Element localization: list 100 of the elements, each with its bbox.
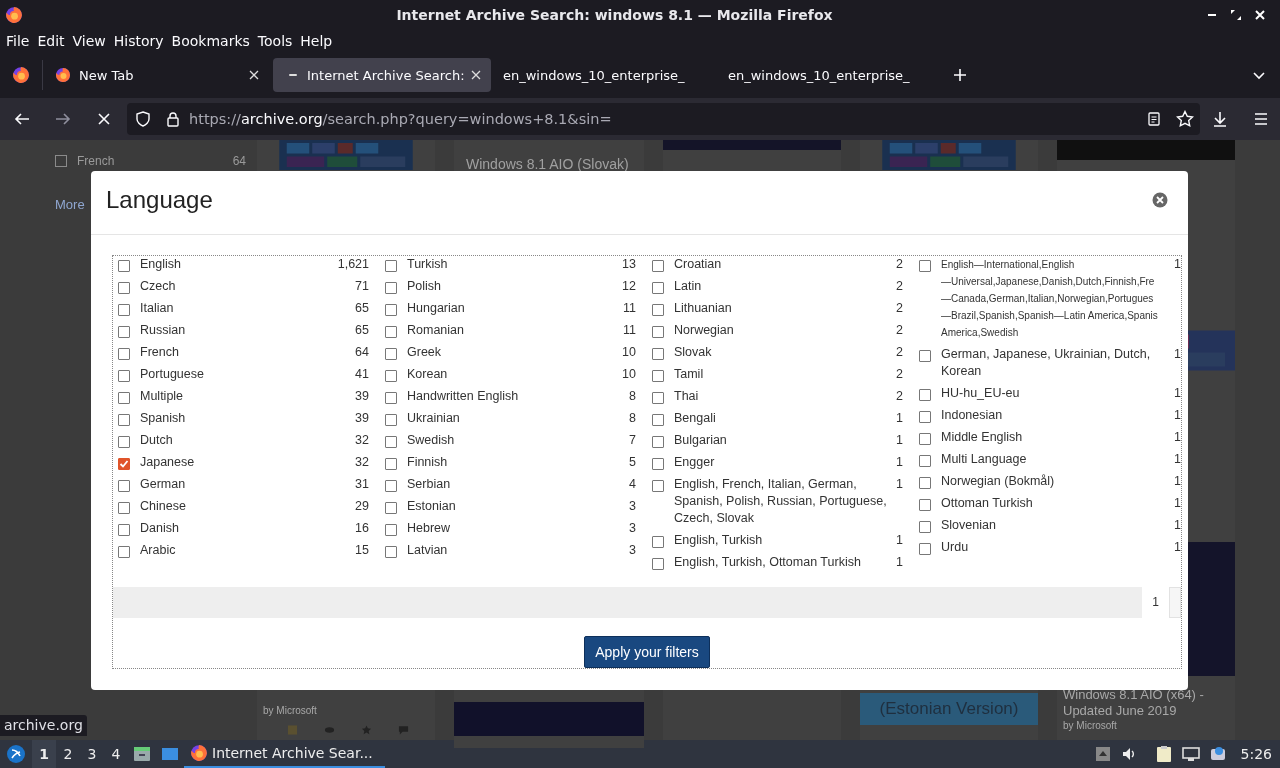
checkbox[interactable] <box>118 260 130 272</box>
workspace-button[interactable]: 3 <box>80 740 104 768</box>
checkbox[interactable] <box>385 304 397 316</box>
checkbox[interactable] <box>118 392 130 404</box>
menu-item[interactable]: Edit <box>33 33 69 49</box>
checkbox[interactable] <box>385 260 397 272</box>
checkbox[interactable] <box>919 521 931 533</box>
checkbox[interactable] <box>385 458 397 470</box>
network-icon[interactable] <box>1181 746 1200 762</box>
checkbox[interactable] <box>118 414 130 426</box>
checkbox[interactable] <box>652 326 664 338</box>
checkbox[interactable] <box>385 370 397 382</box>
browser-tab[interactable]: New Tab <box>43 58 269 92</box>
checkbox[interactable] <box>118 326 130 338</box>
checkbox[interactable] <box>652 304 664 316</box>
menu-item[interactable]: History <box>109 33 168 49</box>
page-number[interactable]: 1 <box>1142 587 1169 618</box>
checkbox[interactable] <box>652 414 664 426</box>
back-arrow-icon[interactable] <box>14 111 30 127</box>
plus-icon[interactable] <box>953 68 967 82</box>
close-icon[interactable] <box>249 70 259 80</box>
menu-icon[interactable] <box>1253 111 1269 127</box>
speaker-icon[interactable] <box>1120 746 1137 762</box>
checkbox[interactable] <box>385 414 397 426</box>
stop-icon[interactable] <box>96 111 112 127</box>
checkbox[interactable] <box>385 436 397 448</box>
checkbox[interactable] <box>118 480 130 492</box>
checkbox[interactable] <box>385 524 397 536</box>
checkbox[interactable] <box>118 436 130 448</box>
checkbox[interactable] <box>652 392 664 404</box>
checkbox[interactable] <box>118 282 130 294</box>
maximize-icon[interactable] <box>1230 9 1242 21</box>
checkbox[interactable] <box>919 350 931 362</box>
facet-label: Multiple <box>140 388 185 405</box>
checkbox[interactable] <box>919 477 931 489</box>
facet-label: Lithuanian <box>674 300 733 317</box>
dialog-title: Language <box>106 185 213 214</box>
star-icon[interactable] <box>361 724 372 736</box>
checkbox[interactable] <box>652 370 664 382</box>
star-icon[interactable] <box>1176 110 1194 128</box>
file-manager-icon[interactable] <box>133 745 151 763</box>
menu-item[interactable]: Tools <box>253 33 297 49</box>
facet-count: 3 <box>628 498 637 515</box>
checkbox[interactable] <box>385 326 397 338</box>
menu-item[interactable]: Bookmarks <box>167 33 254 49</box>
notification-icon[interactable] <box>1209 746 1226 762</box>
checkbox[interactable] <box>118 546 130 558</box>
checkbox[interactable] <box>55 155 67 167</box>
facet-count: 1 <box>895 432 904 449</box>
checkbox[interactable] <box>919 455 931 467</box>
checkbox[interactable] <box>385 546 397 558</box>
desktop-icon[interactable] <box>161 745 179 763</box>
checkbox[interactable] <box>652 480 664 492</box>
taskbar-button[interactable]: Internet Archive Sear... <box>184 740 385 768</box>
lock-icon[interactable] <box>165 111 181 127</box>
checkbox[interactable] <box>118 458 130 470</box>
checkbox[interactable] <box>919 433 931 445</box>
apply-button[interactable]: Apply your filters <box>584 636 710 668</box>
checkbox[interactable] <box>118 370 130 382</box>
firefox-icon[interactable] <box>12 66 30 84</box>
checkbox[interactable] <box>385 282 397 294</box>
checkbox[interactable] <box>919 389 931 401</box>
shield-icon[interactable] <box>135 111 151 127</box>
workspace-button[interactable]: 4 <box>104 740 128 768</box>
checkbox[interactable] <box>385 502 397 514</box>
address-field[interactable]: https://archive.org/search.php?query=windows+8.1&sin= <box>127 103 1200 135</box>
workspace-button[interactable]: 2 <box>56 740 80 768</box>
menu-item[interactable]: File <box>2 33 34 49</box>
browser-tab[interactable]: Internet Archive Search: <box>273 58 491 92</box>
browser-tab[interactable]: en_windows_10_enterprise_ <box>716 58 941 92</box>
checkbox[interactable] <box>118 304 130 316</box>
reader-view-icon[interactable] <box>1146 111 1162 127</box>
checkbox[interactable] <box>652 536 664 548</box>
browser-tab[interactable]: en_windows_10_enterprise_ <box>491 58 716 92</box>
facet-count: 1 <box>1173 517 1181 534</box>
clipboard-icon[interactable] <box>1155 745 1172 763</box>
checkbox[interactable] <box>118 348 130 360</box>
checkbox[interactable] <box>652 282 664 294</box>
checkbox[interactable] <box>118 524 130 536</box>
checkbox[interactable] <box>652 436 664 448</box>
checkbox[interactable] <box>919 260 931 272</box>
close-icon[interactable] <box>471 70 481 80</box>
start-menu-icon[interactable] <box>6 744 26 764</box>
checkbox[interactable] <box>118 502 130 514</box>
checkbox[interactable] <box>652 458 664 470</box>
checkbox[interactable] <box>652 348 664 360</box>
checkbox[interactable] <box>919 499 931 511</box>
result-title[interactable]: Windows 8.1 AIO (Slovak) <box>460 148 638 172</box>
checkbox[interactable] <box>919 411 931 423</box>
checkbox[interactable] <box>385 392 397 404</box>
checkbox[interactable] <box>652 558 664 570</box>
download-icon[interactable] <box>1212 111 1228 127</box>
checkbox[interactable] <box>652 260 664 272</box>
facet-label: Ukrainian <box>407 410 461 427</box>
checkbox[interactable] <box>919 543 931 555</box>
checkbox[interactable] <box>385 348 397 360</box>
menu-item[interactable]: View <box>68 33 110 49</box>
menu-item[interactable]: Help <box>296 33 337 49</box>
checkbox[interactable] <box>385 480 397 492</box>
workspace-button[interactable]: 1 <box>32 740 56 768</box>
